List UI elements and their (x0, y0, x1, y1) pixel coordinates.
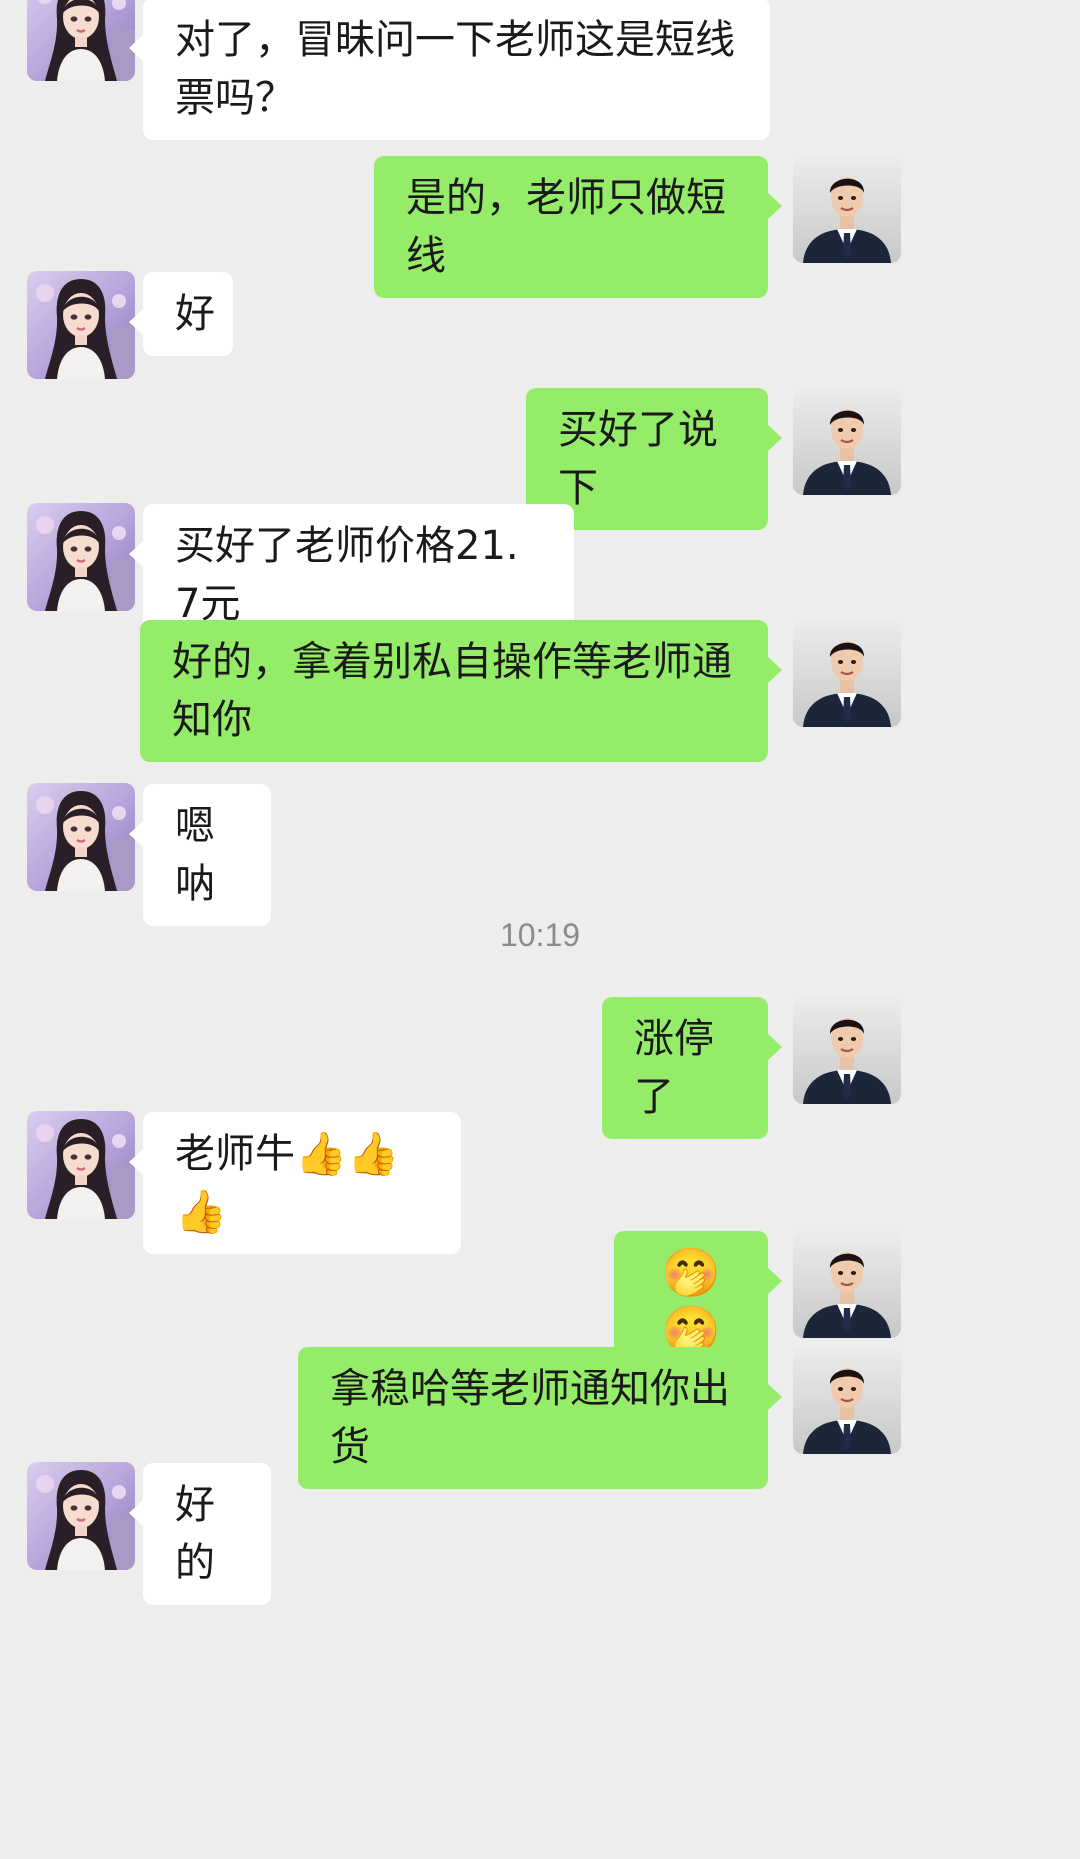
teacher-avatar-icon[interactable] (793, 996, 901, 1104)
thumbs-up-icon: 👍 (295, 1129, 348, 1178)
face-with-hand-over-mouth-icon: 🤭 (661, 1245, 721, 1301)
outgoing-message-bubble[interactable]: 拿稳哈等老师通知你出货 (298, 1347, 782, 1489)
incoming-message-bubble[interactable]: 老师牛👍👍👍 (129, 1112, 461, 1254)
incoming-message-bubble[interactable]: 好 (129, 272, 233, 356)
teacher-avatar-icon[interactable] (793, 619, 901, 727)
teacher-avatar-icon[interactable] (793, 1346, 901, 1454)
outgoing-message-bubble[interactable]: 好的，拿着别私自操作等老师通知你 (140, 620, 782, 762)
message-text: 老师牛 (175, 1131, 295, 1177)
student-avatar-icon[interactable] (27, 1111, 135, 1219)
teacher-avatar-icon[interactable] (793, 1230, 901, 1338)
outgoing-message-bubble[interactable]: 是的，老师只做短线 (374, 156, 782, 298)
student-avatar-icon[interactable] (27, 1462, 135, 1570)
teacher-avatar-icon[interactable] (793, 387, 901, 495)
student-avatar-icon[interactable] (27, 503, 135, 611)
message-timestamp: 10:19 (499, 917, 581, 953)
teacher-avatar-icon[interactable] (793, 155, 901, 263)
outgoing-message-bubble[interactable]: 涨停了 (602, 997, 782, 1139)
incoming-message-bubble[interactable]: 对了，冒昧问一下老师这是短线票吗？ (129, 0, 770, 140)
thumbs-up-icon: 👍 (347, 1129, 400, 1178)
incoming-message-bubble[interactable]: 嗯呐 (129, 784, 271, 926)
student-avatar-icon[interactable] (27, 0, 135, 81)
incoming-message-bubble[interactable]: 好的 (129, 1463, 271, 1605)
student-avatar-icon[interactable] (27, 271, 135, 379)
student-avatar-icon[interactable] (27, 783, 135, 891)
thumbs-up-icon: 👍 (175, 1187, 228, 1236)
